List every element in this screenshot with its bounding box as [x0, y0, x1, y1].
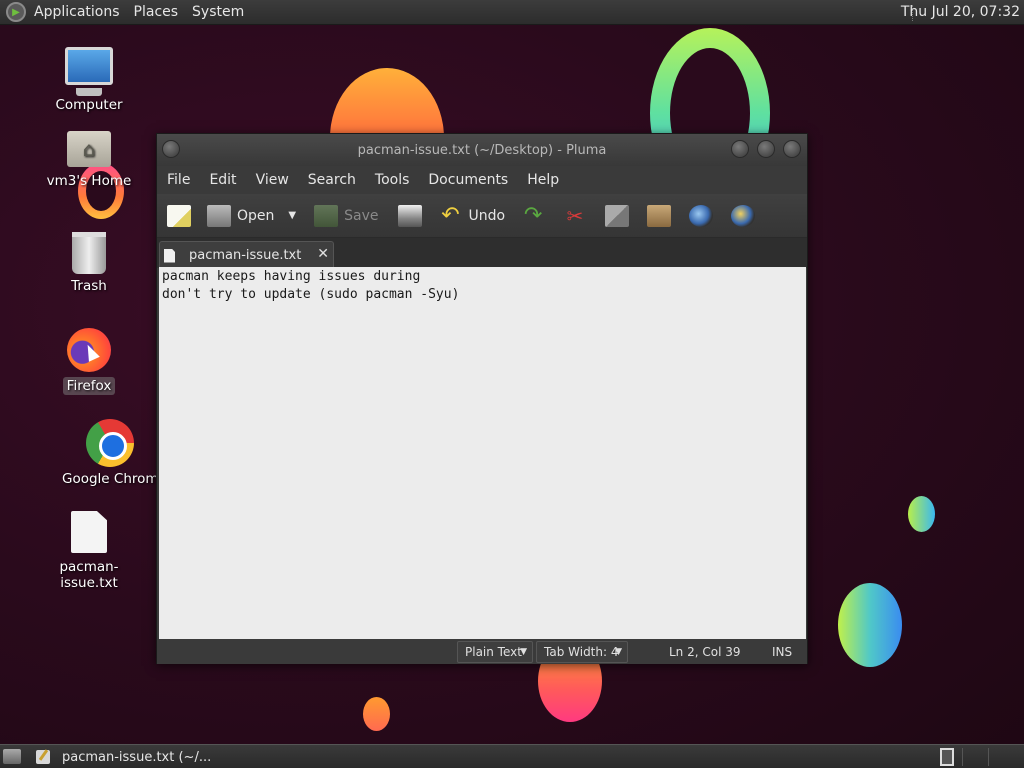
desktop-icon-label: Trash — [71, 278, 107, 294]
applications-menu[interactable]: Applications — [34, 4, 120, 20]
menu-file[interactable]: File — [167, 172, 190, 188]
clock[interactable]: Thu Jul 20, 07:32 — [901, 4, 1020, 20]
taskbar-item-pluma[interactable]: pacman-issue.txt (~/... — [36, 747, 211, 767]
chevron-down-icon: ▼ — [615, 647, 622, 657]
tab-width-label: Tab Width: 4 — [544, 645, 619, 659]
tab-pacman-issue[interactable]: pacman-issue.txt ✕ — [159, 241, 334, 269]
chrome-icon — [86, 419, 134, 467]
cut-icon[interactable]: ✂ — [563, 205, 587, 227]
menu-edit[interactable]: Edit — [209, 172, 236, 188]
workspace-3[interactable] — [988, 748, 1008, 766]
search-icon[interactable] — [689, 204, 714, 227]
trash-icon — [72, 232, 106, 274]
menu-help[interactable]: Help — [527, 172, 559, 188]
document-icon — [164, 248, 175, 263]
insert-mode: INS — [772, 645, 793, 659]
bottom-panel: pacman-issue.txt (~/... — [0, 744, 1024, 768]
save-icon[interactable] — [314, 204, 339, 227]
desktop-icon-label: Firefox — [62, 377, 116, 395]
taskbar-item-label: pacman-issue.txt (~/... — [62, 749, 212, 765]
wallpaper-small-orange-shape — [363, 697, 390, 731]
desktop-icon-text-file[interactable]: pacman-issue.txt — [34, 511, 144, 591]
text-file-icon — [71, 511, 107, 553]
menu-documents[interactable]: Documents — [428, 172, 508, 188]
desktop-icon-home[interactable]: ⌂ vm3's Home — [44, 131, 134, 189]
window-menu-button[interactable] — [162, 140, 180, 158]
pluma-window: pacman-issue.txt (~/Desktop) - Pluma Fil… — [156, 133, 808, 664]
computer-icon — [65, 47, 113, 96]
language-label: Plain Text — [465, 645, 522, 659]
menubar: File Edit View Search Tools Documents He… — [157, 166, 807, 194]
paste-icon[interactable] — [647, 204, 672, 227]
redo-icon[interactable]: ↷ — [521, 204, 545, 227]
copy-icon[interactable] — [605, 204, 630, 227]
language-selector[interactable]: Plain Text ▼ — [457, 641, 533, 663]
print-icon[interactable] — [398, 204, 423, 227]
text-editor-icon — [36, 750, 50, 764]
tab-close-icon[interactable]: ✕ — [317, 246, 329, 262]
cursor-position: Ln 2, Col 39 — [669, 645, 741, 659]
chevron-down-icon: ▼ — [520, 647, 527, 657]
new-document-icon[interactable] — [167, 204, 191, 227]
desktop-icon-trash[interactable]: Trash — [52, 232, 126, 294]
menu-view[interactable]: View — [256, 172, 289, 188]
undo-button[interactable]: Undo — [468, 208, 505, 224]
open-icon[interactable] — [207, 204, 231, 227]
desktop-icon-label: pacman-issue.txt — [59, 559, 119, 591]
window-titlebar[interactable]: pacman-issue.txt (~/Desktop) - Pluma — [157, 134, 807, 166]
minimize-button[interactable] — [731, 140, 749, 158]
window-title: pacman-issue.txt (~/Desktop) - Pluma — [357, 142, 607, 158]
undo-icon[interactable]: ↶ — [438, 204, 462, 227]
desktop-icon-label: vm3's Home — [46, 173, 132, 189]
system-menu[interactable]: System — [192, 4, 244, 20]
top-panel: ▶ Applications Places System Thu Jul 20,… — [0, 0, 1024, 25]
document-tabbar: pacman-issue.txt ✕ — [157, 238, 807, 269]
maximize-button[interactable] — [757, 140, 775, 158]
wallpaper-blue-shape — [838, 583, 902, 667]
workspace-2[interactable] — [962, 748, 982, 766]
open-recent-chevron-down-icon[interactable]: ▼ — [288, 210, 296, 221]
wallpaper-small-blue-shape — [908, 496, 935, 532]
desktop-icon-label: Computer — [55, 97, 123, 113]
tab-label: pacman-issue.txt — [189, 248, 302, 263]
close-button[interactable] — [783, 140, 801, 158]
menu-tools[interactable]: Tools — [375, 172, 410, 188]
open-button[interactable]: Open — [237, 208, 274, 224]
statusbar: Plain Text ▼ Tab Width: 4 ▼ Ln 2, Col 39… — [157, 639, 807, 664]
places-menu[interactable]: Places — [134, 4, 179, 20]
toolbar: Open ▼ Save ↶ Undo ↷ ✂ — [157, 194, 807, 238]
desktop-icon-chrome[interactable]: Google Chrome — [62, 419, 158, 487]
desktop-icon-computer[interactable]: Computer — [50, 47, 128, 113]
mate-logo-icon[interactable]: ▶ — [6, 2, 26, 22]
home-folder-icon: ⌂ — [67, 131, 111, 167]
desktop-icon-label: Google Chrome — [62, 471, 158, 487]
show-desktop-icon[interactable] — [3, 749, 21, 764]
search-replace-icon[interactable] — [731, 204, 756, 227]
text-editor-area[interactable]: pacman keeps having issues during don't … — [159, 267, 806, 639]
menu-search[interactable]: Search — [308, 172, 356, 188]
save-button[interactable]: Save — [344, 208, 378, 224]
workspace-1[interactable] — [940, 748, 954, 766]
tab-width-selector[interactable]: Tab Width: 4 ▼ — [536, 641, 628, 663]
